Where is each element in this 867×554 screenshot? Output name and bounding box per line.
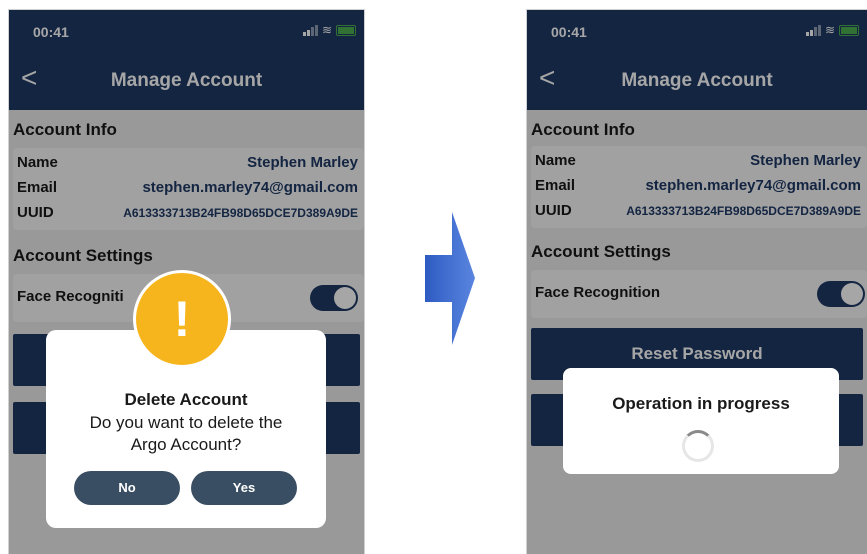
progress-dialog: Operation in progress: [563, 368, 839, 474]
phone-screen-left: 00:41 ≋ < Manage Account Account Info Na…: [9, 10, 364, 554]
yes-button[interactable]: Yes: [191, 471, 297, 505]
dialog-message-line1: Do you want to delete the: [89, 413, 283, 432]
phone-screen-right: 00:41 ≋ < Manage Account Account Info Na…: [527, 10, 867, 554]
right-arrow-icon: [425, 212, 475, 345]
dialog-message: Do you want to delete the Argo Account?: [46, 412, 326, 456]
progress-text: Operation in progress: [612, 394, 790, 413]
no-button[interactable]: No: [74, 471, 180, 505]
warning-icon: !: [133, 270, 231, 368]
dialog-title: Delete Account: [124, 390, 248, 409]
dialog-message-line2: Argo Account?: [130, 435, 242, 454]
loading-spinner-icon: [682, 430, 714, 462]
